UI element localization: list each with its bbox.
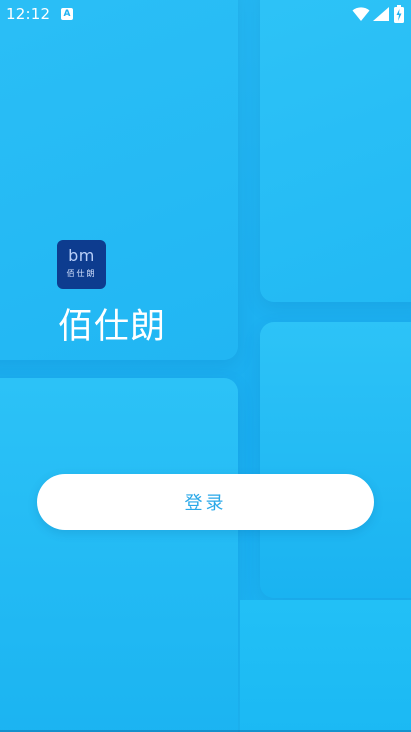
status-time: 12:12 <box>6 5 51 23</box>
status-bar: 12:12 A <box>0 0 411 28</box>
wifi-icon <box>352 6 370 26</box>
battery-icon <box>394 5 404 27</box>
notification-badge-icon: A <box>61 8 73 20</box>
login-button[interactable]: 登录 <box>37 474 374 530</box>
logo-mark: bm <box>68 246 95 265</box>
logo-subtext: 佰仕朗 <box>66 269 97 278</box>
background-panel <box>260 322 411 598</box>
background-panel <box>0 378 238 732</box>
background-panel <box>240 600 411 732</box>
app-screen: 12:12 A bm 佰仕朗 佰仕朗 登录 <box>0 0 411 732</box>
background-panel <box>260 0 411 302</box>
app-name: 佰仕朗 <box>58 307 167 347</box>
app-logo: bm 佰仕朗 <box>57 240 106 289</box>
cell-signal-icon <box>372 6 390 26</box>
